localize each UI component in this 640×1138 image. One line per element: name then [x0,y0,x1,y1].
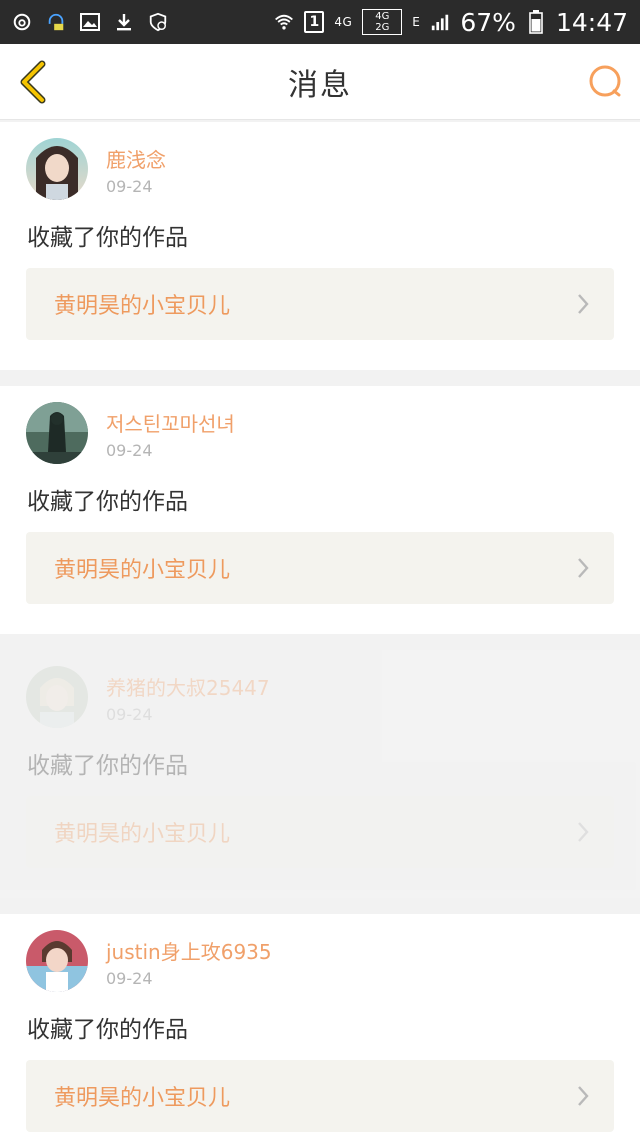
username[interactable]: 养猪的大叔25447 [106,672,270,701]
status-bar: 1 4G 4G 2G E 67% 14:47 [0,0,640,44]
username[interactable]: 鹿浅念 [106,144,166,173]
wifi-icon [274,12,294,32]
sim-badge: 1 [304,11,325,33]
work-link[interactable]: 黄明昊的小宝贝儿 [26,796,614,868]
action-text: 收藏了你的作品 [27,1017,188,1043]
work-link[interactable]: 黄明昊的小宝贝儿 [26,1060,614,1132]
message-date: 09-24 [106,441,153,460]
chevron-right-icon [578,294,589,314]
avatar[interactable] [26,930,88,992]
avatar[interactable] [26,666,88,728]
download-icon [114,12,134,32]
headset-icon [46,12,66,32]
message-card: justin身上攻6935 09-24 收藏了你的作品 黄明昊的小宝贝儿 [0,914,640,1138]
work-title: 黄明昊的小宝贝儿 [54,1086,231,1111]
action-text: 收藏了你的作品 [27,753,188,779]
chevron-right-icon [578,1086,589,1106]
battery-percent: 67% [460,7,516,37]
top-nav-bar: 消息 [0,44,640,120]
action-text: 收藏了你的作品 [27,489,188,515]
work-title: 黄明昊的小宝贝儿 [54,294,231,319]
dual-signal-icon: 4G 2G [362,9,403,35]
message-card: 养猪的大叔25447 09-24 收藏了你的作品 黄明昊的小宝贝儿 [0,650,640,898]
network-4g-box-label: 4G [375,11,390,22]
battery-icon [526,10,546,34]
avatar[interactable] [26,138,88,200]
chevron-right-icon [578,558,589,578]
search-button[interactable] [586,62,626,102]
network-4g-label: 4G [334,15,353,29]
sync-icon [12,12,32,32]
message-date: 09-24 [106,177,153,196]
image-icon [80,12,100,32]
search-icon [589,65,621,97]
username[interactable]: justin身上攻6935 [106,936,272,965]
message-date: 09-24 [106,969,153,988]
work-title: 黄明昊的小宝贝儿 [54,822,231,847]
shield-icon [148,12,168,32]
clock: 14:47 [555,7,628,37]
chevron-right-icon [578,822,589,842]
back-button[interactable] [14,58,58,106]
edge-label: E [412,15,421,29]
back-chevron-icon [20,60,46,104]
message-date: 09-24 [106,705,153,724]
work-link[interactable]: 黄明昊的小宝贝儿 [26,268,614,340]
work-link[interactable]: 黄明昊的小宝贝儿 [26,532,614,604]
message-card: 鹿浅念 09-24 收藏了你的作品 黄明昊的小宝贝儿 [0,122,640,370]
network-2g-box-label: 2G [375,22,390,33]
avatar[interactable] [26,402,88,464]
username[interactable]: 저스틴꼬마선녀 [106,408,235,437]
message-card: 저스틴꼬마선녀 09-24 收藏了你的作品 黄明昊的小宝贝儿 [0,386,640,634]
page-title: 消息 [288,67,352,103]
action-text: 收藏了你的作品 [27,225,188,251]
signal-icon [430,12,450,32]
work-title: 黄明昊的小宝贝儿 [54,558,231,583]
